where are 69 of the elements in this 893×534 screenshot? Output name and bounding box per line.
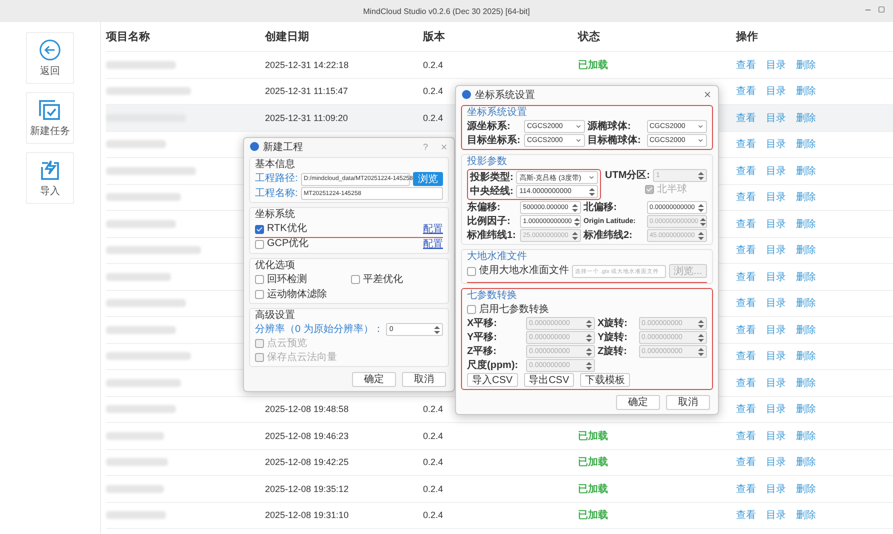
checkbox-label: GCP优化 <box>267 238 309 250</box>
field-label: 源椭球体: <box>588 120 632 132</box>
field-label: Z旋转: <box>598 346 628 358</box>
version-cell: 0.2.4 <box>423 484 444 494</box>
status-cell-text: 已加载 <box>578 508 608 522</box>
field-label: 工程路径: <box>255 173 298 185</box>
checkbox-label: 平差优化 <box>363 274 403 286</box>
checkbox-label: RTK优化 <box>267 223 307 235</box>
status-cell-text: 已加载 <box>578 430 608 443</box>
checkbox-label: 北半球 <box>657 184 687 196</box>
version-cell: 0.2.4 <box>423 112 444 123</box>
date-cell: 2025-12-08 19:35:12 <box>265 484 349 494</box>
status-cell-text: 已加载 <box>578 58 608 72</box>
checkbox-label: 使用大地水准面文件 <box>479 265 569 277</box>
field-label: UTM分区: <box>605 170 650 182</box>
group-heading: 优化选项 <box>255 260 296 272</box>
version-cell: 0.2.4 <box>423 510 444 520</box>
field-label: Y旋转: <box>598 332 628 344</box>
window-title: MindCloud Studio v0.2.6 (Dec 30 2025) [64-bit] <box>363 6 530 16</box>
section-heading: 投影参数 <box>467 156 508 168</box>
field-label: Z平移: <box>467 346 498 358</box>
section-heading: 七参数转换 <box>467 290 518 302</box>
column-header: 操作 <box>736 30 758 44</box>
checkbox-label: 运动物体滤除 <box>267 288 327 300</box>
date-cell: 2025-12-08 19:31:10 <box>265 510 349 520</box>
field-label: 中央经线: <box>470 186 514 198</box>
field-label: X旋转: <box>598 318 628 330</box>
field-label: 北偏移: <box>584 202 618 214</box>
version-cell: 0.2.4 <box>423 86 444 96</box>
field-label: X平移: <box>467 318 498 330</box>
field-label: 标准纬线1: <box>467 230 517 242</box>
checkbox-label: 保存点云法向量 <box>267 352 337 364</box>
field-label: 目标坐标系: <box>467 134 521 146</box>
field-label: 目标椭球体: <box>588 134 642 146</box>
field-label: 尺度(ppm): <box>467 360 520 372</box>
date-cell: 2025-12-08 19:48:58 <box>265 404 349 414</box>
field-label: 东偏移: <box>467 202 502 214</box>
field-label: Y平移: <box>467 332 498 344</box>
group-heading: 坐标系统 <box>255 209 296 221</box>
checkbox-label: 回环检测 <box>267 274 307 286</box>
column-header: 创建日期 <box>265 30 309 44</box>
date-cell: 2025-12-31 11:09:20 <box>265 112 348 123</box>
date-cell: 2025-12-08 19:42:25 <box>265 457 349 468</box>
field-label: 工程名称: <box>255 188 298 200</box>
column-header: 项目名称 <box>106 30 150 44</box>
status-cell-text: 已加载 <box>578 482 608 496</box>
dialog-title: 坐标系统设置 <box>475 88 536 102</box>
section-heading: 大地水准文件 <box>467 251 528 263</box>
dialog-title: 新建工程 <box>263 140 304 154</box>
section-heading: 坐标系统设置 <box>467 107 528 119</box>
version-cell: 0.2.4 <box>423 457 444 468</box>
date-cell: 2025-12-08 19:46:23 <box>265 430 349 441</box>
checkbox-label: 点云预览 <box>267 338 307 350</box>
field-label: 投影类型: <box>470 172 514 184</box>
field-label: 分辨率（0 为原始分辨率）： <box>255 324 384 336</box>
column-header: 状态 <box>578 30 600 44</box>
field-label: 标准纬线2: <box>584 230 634 242</box>
checkbox-label: 启用七参数转换 <box>479 304 549 316</box>
status-cell-text: 已加载 <box>578 456 608 470</box>
column-header: 版本 <box>423 30 445 44</box>
version-cell: 0.2.4 <box>423 404 444 414</box>
group-heading: 高级设置 <box>255 310 296 322</box>
field-label: 源坐标系: <box>467 120 512 132</box>
version-cell: 0.2.4 <box>423 430 444 441</box>
field-label: 比例因子: <box>467 216 512 228</box>
date-cell: 2025-12-31 14:22:18 <box>265 60 349 70</box>
group-heading: 基本信息 <box>255 159 296 171</box>
version-cell: 0.2.4 <box>423 60 444 70</box>
date-cell: 2025-12-31 11:15:47 <box>265 86 348 96</box>
